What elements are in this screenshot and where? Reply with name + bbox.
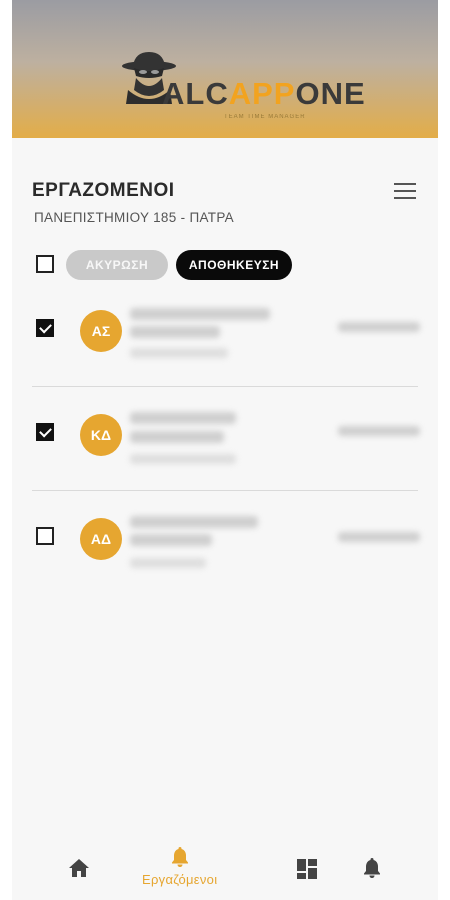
employee-row[interactable]: ΑΔ (12, 510, 438, 610)
employee-name-redacted (130, 534, 212, 546)
employee-phone-redacted (338, 532, 420, 542)
bell-icon (171, 847, 188, 867)
app-screen: ALCAPPONE TEAM TIME MANAGER ΕΡΓΑΖΟΜΕΝΟΙ … (12, 0, 438, 900)
employee-role-redacted (130, 454, 236, 464)
logo-wordmark: ALCAPPONE (162, 76, 366, 111)
employee-checkbox[interactable] (36, 527, 54, 545)
nav-home[interactable] (68, 858, 90, 878)
employee-row[interactable]: ΑΣ (12, 300, 438, 400)
avatar: ΚΔ (80, 414, 122, 456)
employee-checkbox[interactable] (36, 423, 54, 441)
nav-dashboard[interactable] (296, 858, 318, 880)
home-icon (69, 859, 89, 877)
employee-name-redacted (130, 431, 224, 443)
nav-employees-label: Εργαζόμενοι (142, 872, 218, 887)
avatar: ΑΔ (80, 518, 122, 560)
employee-name-redacted (130, 412, 236, 424)
employee-name-redacted (130, 516, 258, 528)
app-header: ALCAPPONE TEAM TIME MANAGER (12, 0, 438, 138)
employee-row[interactable]: ΚΔ (12, 404, 438, 504)
menu-icon[interactable] (394, 183, 416, 201)
row-divider (32, 386, 418, 387)
employee-role-redacted (130, 558, 206, 568)
notification-icon (364, 858, 380, 878)
employee-name-redacted (130, 308, 270, 320)
employee-phone-redacted (338, 426, 420, 436)
employee-phone-redacted (338, 322, 420, 332)
page-subtitle: ΠΑΝΕΠΙΣΤΗΜΙΟΥ 185 - ΠΑΤΡΑ (34, 210, 234, 225)
cancel-button[interactable]: ΑΚΥΡΩΣΗ (66, 250, 168, 280)
nav-employees[interactable]: Εργαζόμενοι (142, 846, 217, 887)
avatar: ΑΣ (80, 310, 122, 352)
nav-notifications[interactable] (362, 857, 382, 879)
app-logo: ALCAPPONE TEAM TIME MANAGER (120, 44, 365, 124)
employee-name-redacted (130, 326, 220, 338)
select-all-checkbox[interactable] (36, 255, 54, 273)
page-title: ΕΡΓΑΖΟΜΕΝΟΙ (32, 180, 175, 201)
employee-checkbox[interactable] (36, 319, 54, 337)
row-divider (32, 490, 418, 491)
employee-role-redacted (130, 348, 228, 358)
dashboard-icon (297, 859, 317, 879)
save-button[interactable]: ΑΠΟΘΗΚΕΥΣΗ (176, 250, 292, 280)
bottom-navigation: Εργαζόμενοι (12, 838, 438, 900)
logo-tagline: TEAM TIME MANAGER (224, 114, 306, 120)
